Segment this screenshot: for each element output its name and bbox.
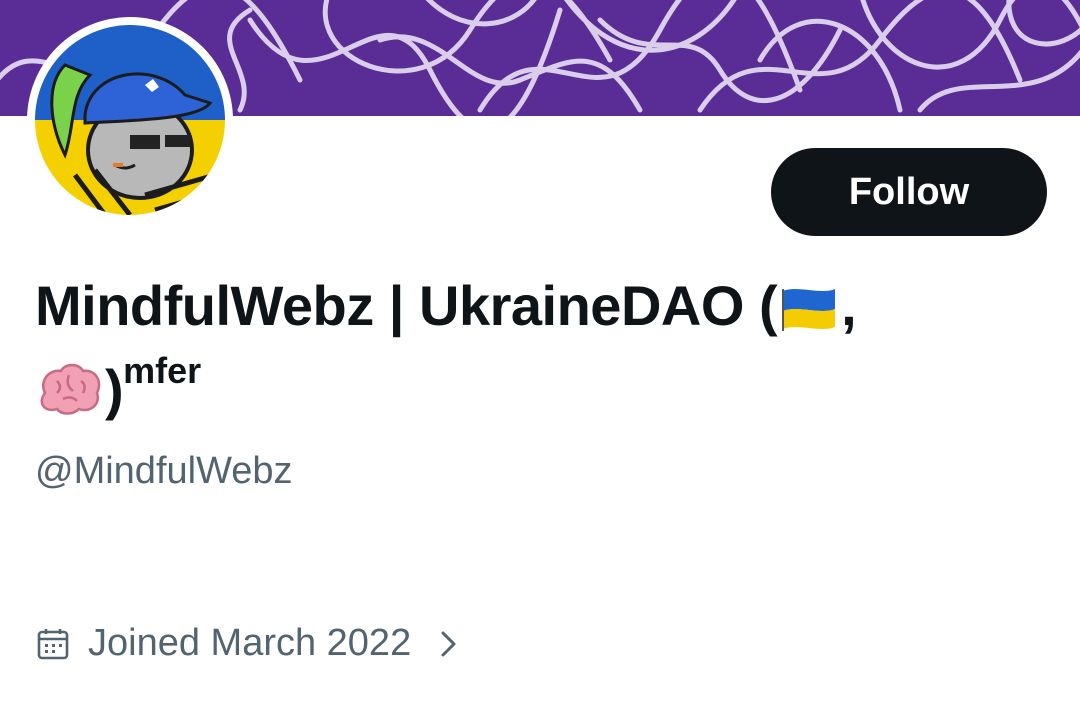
profile-avatar[interactable] (27, 17, 233, 223)
profile-page: Follow MindfulWebz | UkraineDAO (,)mfer … (0, 0, 1080, 715)
display-name: MindfulWebz | UkraineDAO (,)mfer (35, 268, 1035, 436)
profile-handle: @MindfulWebz (35, 450, 293, 492)
joined-date-row[interactable]: Joined March 2022 (36, 622, 463, 665)
avatar-image (35, 25, 225, 215)
follow-button[interactable]: Follow (771, 148, 1047, 236)
chevron-right-icon[interactable] (433, 629, 463, 659)
joined-date-text: Joined March 2022 (88, 622, 412, 664)
brain-icon (35, 360, 105, 436)
calendar-icon (37, 628, 69, 659)
display-name-comma: , (841, 274, 857, 337)
display-name-text: MindfulWebz | UkraineDAO ( (35, 274, 778, 337)
display-name-close: ) (105, 358, 124, 421)
ukraine-flag-icon (777, 276, 841, 352)
display-name-superscript: mfer (123, 350, 202, 391)
